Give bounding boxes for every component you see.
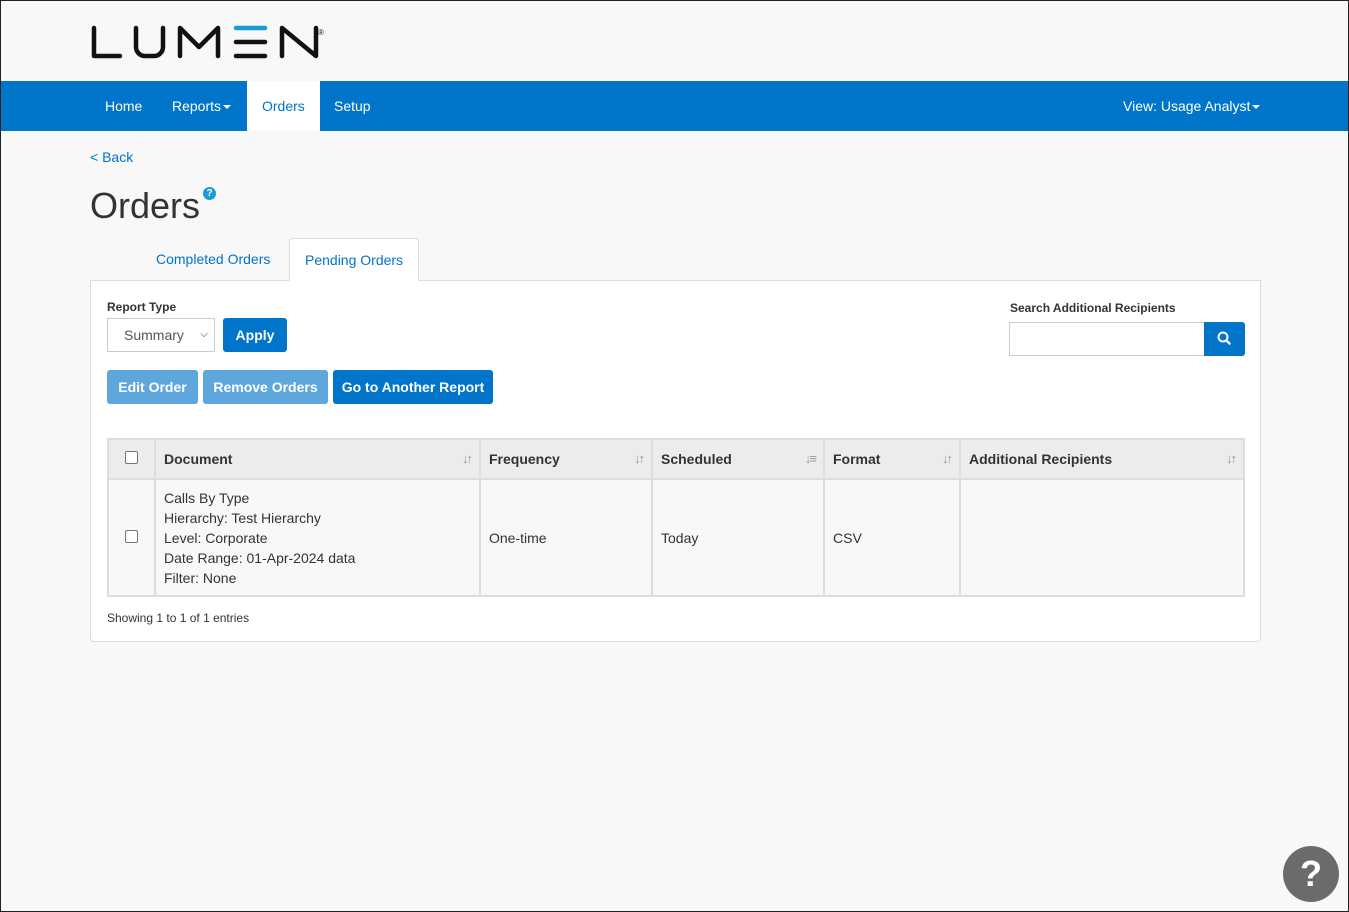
scheduled-cell: Today bbox=[651, 478, 825, 597]
remove-orders-button[interactable]: Remove Orders bbox=[203, 370, 328, 404]
nav-orders[interactable]: Orders bbox=[247, 81, 320, 131]
nav-reports[interactable]: Reports bbox=[157, 81, 246, 131]
document-hierarchy: Hierarchy: Test Hierarchy bbox=[164, 509, 321, 526]
main-navbar: Home Reports Orders Setup View: Usage An… bbox=[1, 81, 1348, 131]
svg-text:®: ® bbox=[318, 28, 324, 37]
help-button[interactable]: ? bbox=[1283, 846, 1339, 902]
apply-button[interactable]: Apply bbox=[223, 318, 287, 352]
nav-orders-label: Orders bbox=[262, 98, 305, 114]
orders-table: Document ↓↑ Frequency ↓↑ Scheduled ↓≡ Forma… bbox=[107, 438, 1245, 597]
column-recipients-label: Additional Recipients bbox=[969, 451, 1113, 467]
search-recipients-label: Search Additional Recipients bbox=[1010, 301, 1176, 315]
header: ® bbox=[1, 1, 1348, 81]
document-name: Calls By Type bbox=[164, 489, 250, 506]
view-selector-label: View: Usage Analyst bbox=[1123, 98, 1251, 114]
tab-pending-orders[interactable]: Pending Orders bbox=[289, 238, 420, 281]
back-link[interactable]: < Back bbox=[90, 149, 133, 165]
table-info: Showing 1 to 1 of 1 entries bbox=[107, 611, 250, 625]
caret-down-icon bbox=[223, 105, 232, 110]
search-icon bbox=[1217, 331, 1231, 345]
search-button[interactable] bbox=[1204, 322, 1245, 356]
frequency-cell: One-time bbox=[479, 478, 653, 597]
nav-setup[interactable]: Setup bbox=[319, 81, 386, 131]
orders-panel: Report Type Summary ⌵ Apply Search Addit… bbox=[90, 280, 1261, 642]
sort-icon: ↓↑ bbox=[1226, 451, 1237, 466]
column-frequency-label: Frequency bbox=[489, 451, 560, 467]
page-title: Orders bbox=[90, 185, 201, 226]
sort-icon: ↓↑ bbox=[634, 451, 645, 466]
document-filter: Filter: None bbox=[164, 569, 237, 586]
sort-icon: ↓↑ bbox=[462, 451, 473, 466]
search-recipients-input[interactable] bbox=[1009, 322, 1205, 356]
column-document[interactable]: Document ↓↑ bbox=[154, 438, 481, 480]
row-select-cell bbox=[107, 478, 156, 597]
edit-order-button[interactable]: Edit Order bbox=[107, 370, 198, 404]
format-cell: CSV bbox=[823, 478, 961, 597]
report-type-label: Report Type bbox=[107, 300, 177, 314]
tab-completed-orders[interactable]: Completed Orders bbox=[141, 238, 285, 281]
select-all-checkbox[interactable] bbox=[125, 451, 138, 464]
column-additional-recipients[interactable]: Additional Recipients ↓↑ bbox=[959, 438, 1245, 480]
column-frequency[interactable]: Frequency ↓↑ bbox=[479, 438, 653, 480]
caret-down-icon bbox=[1252, 105, 1261, 110]
row-checkbox[interactable] bbox=[125, 529, 138, 543]
sort-descending-icon: ↓≡ bbox=[804, 451, 817, 466]
help-icon[interactable]: ? bbox=[203, 187, 216, 200]
lumen-logo[interactable]: ® bbox=[90, 25, 330, 61]
view-selector[interactable]: View: Usage Analyst bbox=[1108, 81, 1275, 131]
column-scheduled[interactable]: Scheduled ↓≡ bbox=[651, 438, 825, 480]
nav-reports-label: Reports bbox=[172, 98, 222, 114]
document-level: Level: Corporate bbox=[164, 529, 268, 546]
sort-icon: ↓↑ bbox=[942, 451, 953, 466]
go-to-another-report-button[interactable]: Go to Another Report bbox=[333, 370, 493, 404]
nav-setup-label: Setup bbox=[334, 98, 371, 114]
column-format-label: Format bbox=[833, 451, 881, 467]
question-icon: ? bbox=[1300, 853, 1322, 894]
chevron-down-icon: ⌵ bbox=[200, 329, 208, 340]
report-type-select[interactable]: Summary ⌵ bbox=[107, 318, 215, 352]
column-scheduled-label: Scheduled bbox=[661, 451, 732, 467]
table-header-row: Document ↓↑ Frequency ↓↑ Scheduled ↓≡ Forma… bbox=[107, 438, 1245, 480]
table-row[interactable]: Calls By Type Hierarchy: Test Hierarchy … bbox=[107, 478, 1245, 597]
document-cell: Calls By Type Hierarchy: Test Hierarchy … bbox=[154, 478, 481, 597]
report-type-value: Summary bbox=[124, 327, 184, 343]
nav-home-label: Home bbox=[105, 98, 143, 114]
nav-home[interactable]: Home bbox=[90, 81, 157, 131]
recipients-cell bbox=[959, 478, 1245, 597]
column-format[interactable]: Format ↓↑ bbox=[823, 438, 961, 480]
column-document-label: Document bbox=[164, 451, 233, 467]
select-all-header bbox=[107, 438, 156, 480]
document-date-range: Date Range: 01-Apr-2024 data bbox=[164, 549, 356, 566]
